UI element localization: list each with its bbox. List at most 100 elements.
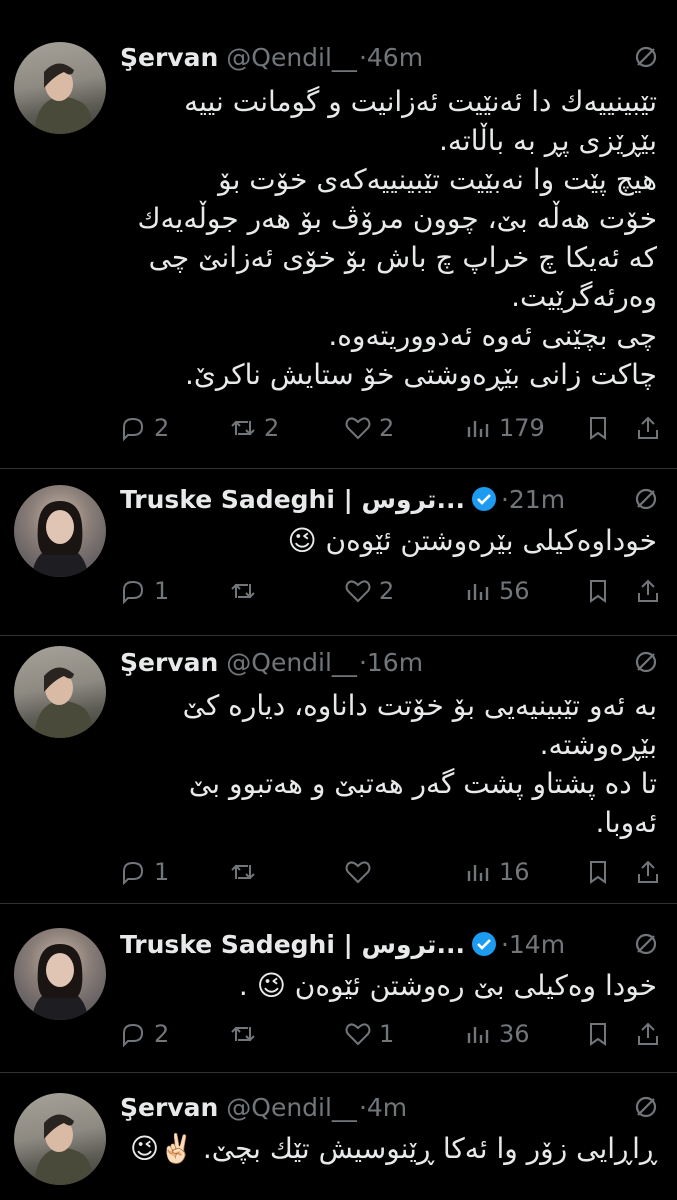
author-name[interactable]: Şervan	[120, 648, 218, 677]
more-icon[interactable]	[631, 929, 661, 959]
avatar[interactable]	[14, 485, 106, 577]
more-icon[interactable]	[631, 484, 661, 514]
text-line: بێڕەوشتە.	[539, 728, 657, 761]
author-name[interactable]: Şervan	[120, 43, 218, 72]
more-icon[interactable]	[631, 42, 661, 72]
author-name[interactable]: Truske Sadeghi | تروس...	[120, 485, 465, 514]
like-button[interactable]	[343, 857, 463, 887]
retweet-button[interactable]	[228, 1019, 343, 1049]
more-icon[interactable]	[631, 1092, 661, 1122]
text-line: وەرئەگرێیت.	[511, 280, 657, 313]
tweet-text: ڕاڕایی زۆر وا ئەکا ڕێنوسیش تێك بچێ. ✌🏻😉	[116, 1129, 657, 1168]
tweet[interactable]: Şervan @Qendil__ ·4m ڕاڕایی زۆر وا ئەکا …	[0, 1073, 677, 1200]
bookmark-icon	[590, 580, 606, 603]
retweet-count: 2	[264, 414, 280, 442]
bookmark-button[interactable]	[583, 413, 613, 443]
bookmark-icon	[590, 1023, 606, 1046]
tweet-text: خوداوەکیلی بێرەوشتن ئێوەن 😉	[116, 521, 657, 560]
verified-badge-icon	[471, 931, 497, 957]
text-line: خوداوەکیلی بێرەوشتن ئێوەن 😉	[287, 524, 657, 557]
views-button[interactable]: 36	[463, 1019, 583, 1049]
tweet-text: تێبینییەك دا ئەنێیت ئەزانیت و گومانت نیی…	[116, 82, 657, 394]
author-handle[interactable]: @Qendil__	[226, 43, 357, 72]
avatar[interactable]	[14, 1093, 106, 1185]
views-button[interactable]: 16	[463, 857, 583, 887]
bookmark-icon	[590, 417, 606, 440]
share-button[interactable]	[633, 413, 663, 443]
avatar[interactable]	[14, 42, 106, 134]
reply-count: 2	[154, 414, 170, 442]
retweet-button[interactable]	[228, 576, 343, 606]
tweet-text: بە ئەو تێبینیەیی بۆ خۆتت داناوە، دیارە ک…	[116, 686, 657, 842]
text-line: تا دە پشتاو پشت گەر هەتبێ و هەتبوو بێ	[188, 767, 657, 800]
like-count: 2	[379, 577, 395, 605]
views-button[interactable]: 179	[463, 413, 583, 443]
tweet[interactable]: Truske Sadeghi | تروس... ·21m خوداوەکیلی…	[0, 469, 677, 635]
share-button[interactable]	[633, 1019, 663, 1049]
views-count: 16	[499, 858, 530, 886]
avatar[interactable]	[14, 646, 106, 738]
reply-count: 1	[154, 577, 170, 605]
author-handle[interactable]: @Qendil__	[226, 648, 357, 677]
like-button[interactable]: 2	[343, 576, 463, 606]
reply-button[interactable]: 1	[118, 857, 228, 887]
tweet[interactable]: Truske Sadeghi | تروس... ·14m خودا وەکیل…	[0, 904, 677, 1072]
tweet-time[interactable]: ·16m	[359, 648, 423, 677]
bookmark-button[interactable]	[583, 1019, 613, 1049]
author-name[interactable]: Truske Sadeghi | تروس...	[120, 930, 465, 959]
more-icon[interactable]	[631, 647, 661, 677]
reply-count: 2	[154, 1020, 170, 1048]
bookmark-button[interactable]	[583, 576, 613, 606]
text-line: ئەوبا.	[595, 806, 657, 839]
tweet-time[interactable]: ·4m	[359, 1093, 407, 1122]
retweet-icon	[231, 1026, 255, 1042]
action-bar: 1 2 56	[118, 571, 663, 611]
retweet-icon	[231, 864, 255, 880]
like-button[interactable]: 1	[343, 1019, 463, 1049]
reply-button[interactable]: 2	[118, 413, 228, 443]
tweet-time[interactable]: ·21m	[501, 485, 565, 514]
like-count: 1	[379, 1020, 395, 1048]
views-icon	[467, 584, 489, 600]
reply-icon	[123, 1023, 144, 1048]
views-count: 56	[499, 577, 530, 605]
action-bar: 2 1 36	[118, 1014, 663, 1054]
author-name[interactable]: Şervan	[120, 1093, 218, 1122]
author-handle[interactable]: @Qendil__	[226, 1093, 357, 1122]
retweet-button[interactable]: 2	[228, 413, 343, 443]
tweet-header: Şervan @Qendil__ ·4m	[120, 1087, 661, 1127]
text-line: چی بچێنی ئەوە ئەدووریتەوە.	[328, 319, 657, 352]
text-line: چاکت زانی بێڕەوشتی خۆ ستایش ناکرێ.	[185, 358, 657, 391]
views-count: 179	[499, 414, 545, 442]
action-bar: 1 16	[118, 852, 663, 892]
views-button[interactable]: 56	[463, 576, 583, 606]
reply-button[interactable]: 2	[118, 1019, 228, 1049]
views-icon	[467, 1027, 489, 1043]
share-button[interactable]	[633, 857, 663, 887]
bookmark-icon	[590, 861, 606, 884]
tweet-header: Truske Sadeghi | تروس... ·21m	[120, 479, 661, 519]
share-icon	[638, 579, 658, 602]
tweet[interactable]: Şervan @Qendil__ ·46m تێبینییەك دا ئەنێی…	[0, 0, 677, 468]
views-icon	[467, 421, 489, 437]
reply-icon	[123, 861, 144, 886]
share-icon	[638, 1022, 658, 1045]
reply-button[interactable]: 1	[118, 576, 228, 606]
verified-badge-icon	[471, 486, 497, 512]
views-count: 36	[499, 1020, 530, 1048]
tweet-header: Şervan @Qendil__ ·16m	[120, 642, 661, 682]
reply-count: 1	[154, 858, 170, 886]
text-line: کە ئەیکا چ خراپ چ باش بۆ خۆی ئەزانێ چی	[148, 241, 657, 274]
share-icon	[638, 860, 658, 883]
share-button[interactable]	[633, 576, 663, 606]
tweet[interactable]: Şervan @Qendil__ ·16m بە ئەو تێبینیەیی ب…	[0, 636, 677, 903]
avatar[interactable]	[14, 928, 106, 1020]
tweet-time[interactable]: ·14m	[501, 930, 565, 959]
tweet-time[interactable]: ·46m	[359, 43, 423, 72]
like-icon	[345, 861, 371, 884]
retweet-button[interactable]	[228, 857, 343, 887]
bookmark-button[interactable]	[583, 857, 613, 887]
like-button[interactable]: 2	[343, 413, 463, 443]
reply-icon	[123, 417, 144, 442]
text-line: هیچ پێت وا نەبێیت تێبینییەکەی خۆت بۆ	[218, 163, 657, 196]
